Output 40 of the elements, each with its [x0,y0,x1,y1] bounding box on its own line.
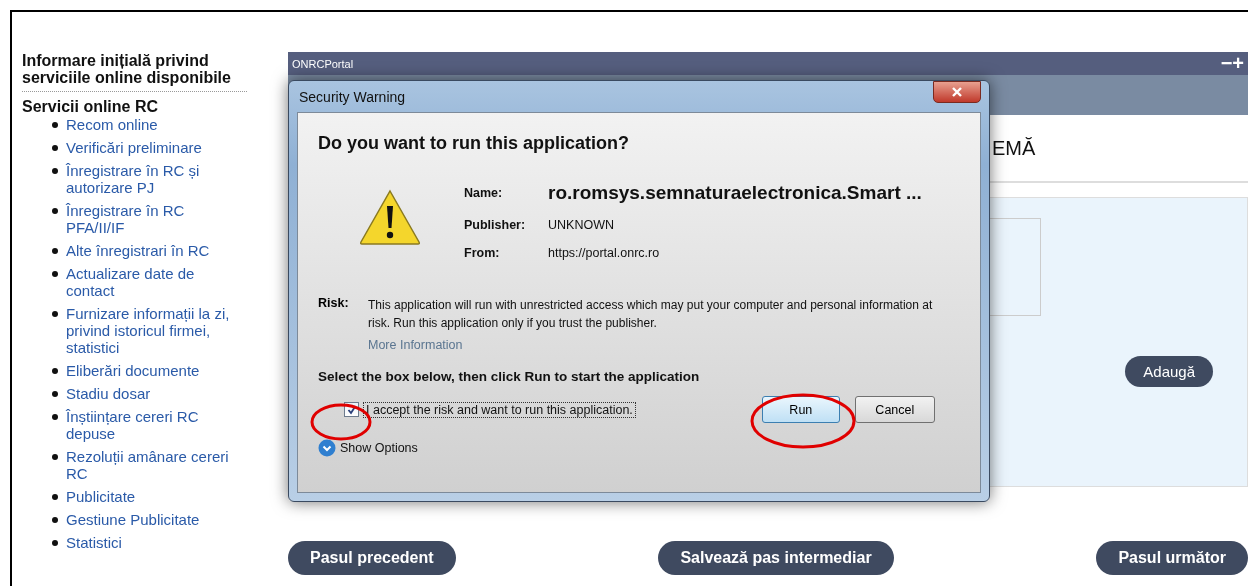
instruction-text: Select the box below, then click Run to start the application [318,369,701,384]
add-button[interactable]: Adaugă [1125,356,1213,387]
sidebar-link[interactable]: Furnizare informații la zi, privind istoricul firmei, statistici [66,305,246,356]
checkbox-label: I accept the risk and want to run this application. [363,401,636,418]
dialog-title: Security Warning [298,88,406,105]
step-button[interactable]: Pasul precedent [288,541,456,575]
detail-value: UNKNOWN [548,218,615,232]
cancel-button[interactable]: Cancel [854,396,935,423]
show-options-toggle[interactable]: Show Options [318,439,960,457]
sidebar-link[interactable]: Înregistrare în RC și autorizare PJ [66,162,246,196]
risk-text: This application will run with unrestricted access which may put your computer and personal information at risk. Run this application only if you trust the publisher. [368,297,934,332]
detail-value: ro.romsys.semnaturaelectronica.Smart ... [548,182,922,204]
sidebar-link[interactable]: Publicitate [66,488,246,505]
detail-value: https://portal.onrc.ro [548,246,661,260]
sidebar-title: Informare inițială privind serviciile online disponibile [22,52,247,92]
risk-label: Risk: [318,296,350,312]
run-button[interactable]: Run [761,396,840,423]
step-button[interactable]: Salvează pas intermediar [658,541,894,575]
sidebar-link[interactable]: Statistici [66,534,246,551]
section-heading: Servicii online RC [22,98,160,116]
sidebar-link[interactable]: Înregistrare în RC PFA/II/IF [66,202,246,236]
sidebar-link[interactable]: Recom online [66,116,246,133]
window-control[interactable]: + [1232,52,1244,74]
step-button[interactable]: Pasul următor [1096,541,1248,575]
portal-title: ONRCPortal [292,57,354,70]
more-information-link[interactable]: More Information [368,338,960,352]
detail-label: Name: [464,186,504,200]
sidebar-link[interactable]: Înștiințare cereri RC depuse [66,408,246,442]
detail-label: Publisher: [464,218,527,232]
sidebar-link[interactable]: Verificări preliminare [66,139,246,156]
sidebar-link[interactable]: Rezoluții amânare cereri RC [66,448,246,482]
sidebar-link[interactable]: Gestiune Publicitate [66,511,246,528]
dialog-question: Do you want to run this application? [318,133,630,154]
sidebar-link[interactable]: Stadiu dosar [66,385,246,402]
detail-label: From: [464,246,501,260]
page-heading: EMĂ [992,136,1036,160]
sidebar-link[interactable]: Eliberări documente [66,362,246,379]
sidebar-link[interactable]: Alte înregistrari în RC [66,242,246,259]
window-control[interactable]: − [1220,52,1233,74]
sidebar-link[interactable]: Actualizare date de contact [66,265,246,299]
